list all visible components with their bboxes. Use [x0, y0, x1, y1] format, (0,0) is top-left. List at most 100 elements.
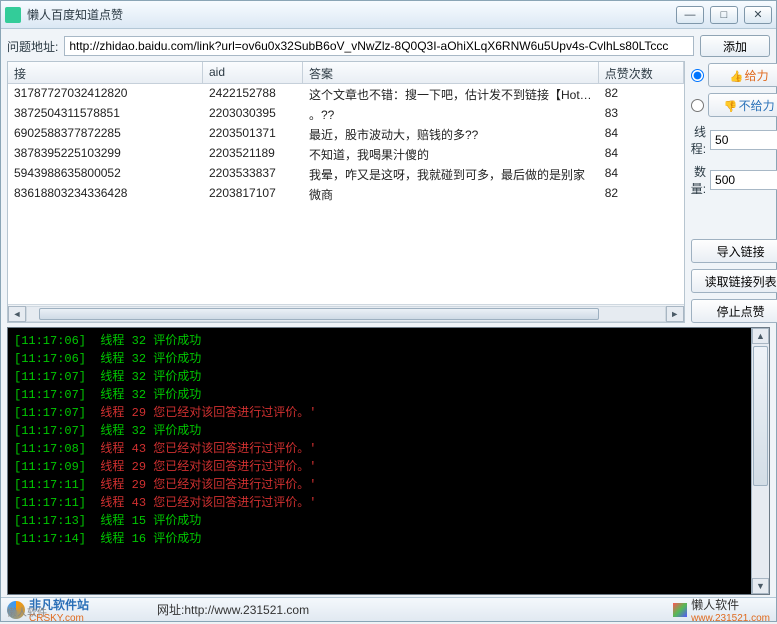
count-row: 数量:: [691, 163, 777, 197]
table-cell: 2203501371: [203, 124, 303, 144]
log-area[interactable]: [11:17:06] 线程 32 评价成功[11:17:06] 线程 32 评价…: [8, 328, 751, 594]
status-bar: 非凡软件站 CRSKY.com 网址:http://www.231521.com…: [1, 597, 776, 621]
table-row[interactable]: 6902588377872​2852203501371最近，股市波动大，赔钱的多…: [8, 124, 684, 144]
log-line: [11:17:11] 线程 43 您已经对该回答进行过评价。': [14, 494, 745, 512]
log-line: [11:17:06] 线程 32 评价成功: [14, 332, 745, 350]
table-cell: 3872504311578​851: [8, 104, 203, 124]
table-cell: 2203030395: [203, 104, 303, 124]
vote-up-radio[interactable]: [691, 69, 704, 82]
side-panel: 给力 不给力 线程: 数量:: [691, 61, 777, 323]
log-line: [11:17:08] 线程 43 您已经对该回答进行过评价。': [14, 440, 745, 458]
main-window: 懒人百度知道点赞 — □ ✕ 问题地址: 添加 接 aid 答案 点赞次数 31…: [0, 0, 777, 622]
table-cell: 82: [599, 84, 684, 104]
thread-row: 线程:: [691, 123, 777, 157]
horizontal-scrollbar[interactable]: ◄ ►: [8, 304, 684, 322]
window-title: 懒人百度知道点赞: [27, 6, 676, 23]
lanren-logo-icon: [673, 603, 687, 617]
table-row[interactable]: 8361880323433​64282203817107微商82: [8, 184, 684, 204]
minimize-button[interactable]: —: [676, 6, 704, 24]
lanren-name: 懒人软件: [691, 596, 770, 613]
stop-like-button[interactable]: 停止点赞: [691, 299, 777, 323]
content-area: 问题地址: 添加 接 aid 答案 点赞次数 3178772703241​282…: [1, 29, 776, 597]
log-line: [11:17:14] 线程 16 评价成功: [14, 530, 745, 548]
table-cell: 3878395225103​299: [8, 144, 203, 164]
table-cell: 微商: [303, 184, 599, 204]
table-cell: 不知道，我喝果汁傻的: [303, 144, 599, 164]
count-input[interactable]: [710, 170, 777, 190]
thread-input[interactable]: [710, 130, 777, 150]
table-cell: 82: [599, 184, 684, 204]
table-row[interactable]: 3178772703241​28202422152788这个文章也不错：搜一下吧…: [8, 84, 684, 104]
url-row: 问题地址: 添加: [7, 35, 770, 57]
vote-up-button[interactable]: 给力: [708, 63, 777, 87]
table-cell: 84: [599, 124, 684, 144]
vscroll-thumb[interactable]: [753, 346, 768, 486]
table-cell: 84: [599, 164, 684, 184]
col-answer[interactable]: 答案: [303, 62, 599, 83]
scroll-track[interactable]: [26, 306, 666, 322]
table-row[interactable]: 3878395225103​2992203521189不知道，我喝果汁傻的84: [8, 144, 684, 164]
maximize-button[interactable]: □: [710, 6, 738, 24]
vote-down-radio[interactable]: [691, 99, 704, 112]
url-label: 问题地址:: [7, 38, 58, 55]
table-cell: 2203533837: [203, 164, 303, 184]
spacer: [691, 203, 777, 233]
log-line: [11:17:07] 线程 32 评价成功: [14, 422, 745, 440]
table-cell: 最近，股市波动大，赔钱的多??: [303, 124, 599, 144]
window-controls: — □ ✕: [676, 6, 772, 24]
log-line: [11:17:09] 线程 29 您已经对该回答进行过评价。': [14, 458, 745, 476]
close-button[interactable]: ✕: [744, 6, 772, 24]
table-cell: 6902588377872​285: [8, 124, 203, 144]
vote-up-label: 给力: [745, 67, 769, 84]
brand-right[interactable]: 懒人软件 www.231521.com: [673, 596, 770, 624]
count-label: 数量:: [691, 163, 706, 197]
vote-down-button[interactable]: 不给力: [708, 93, 777, 117]
table-cell: 我晕，咋又是这呀，我就碰到可多，最后做的是别家: [303, 164, 599, 184]
log-line: [11:17:07] 线程 29 您已经对该回答进行过评价。': [14, 404, 745, 422]
vertical-scrollbar[interactable]: ▲ ▼: [751, 328, 769, 594]
col-likes[interactable]: 点赞次数: [599, 62, 684, 83]
table-cell: 2203521189: [203, 144, 303, 164]
log-line: [11:17:07] 线程 32 评价成功: [14, 386, 745, 404]
table-cell: 。??: [303, 104, 599, 124]
scroll-up-icon[interactable]: ▲: [752, 328, 769, 344]
results-table: 接 aid 答案 点赞次数 3178772703241​282024221527…: [7, 61, 685, 323]
scroll-right-icon[interactable]: ►: [666, 306, 684, 322]
log-panel: [11:17:06] 线程 32 评价成功[11:17:06] 线程 32 评价…: [7, 327, 770, 595]
col-link[interactable]: 接: [8, 62, 203, 83]
app-icon: [5, 7, 21, 23]
title-bar: 懒人百度知道点赞 — □ ✕: [1, 1, 776, 29]
small-brand-text: 懒人软件: [7, 604, 47, 619]
table-cell: 5943988635800​052: [8, 164, 203, 184]
import-links-button[interactable]: 导入链接: [691, 239, 777, 263]
table-cell: 2422152788: [203, 84, 303, 104]
read-links-button[interactable]: 读取链接列表: [691, 269, 777, 293]
scroll-left-icon[interactable]: ◄: [8, 306, 26, 322]
log-line: [11:17:13] 线程 15 评价成功: [14, 512, 745, 530]
vscroll-track[interactable]: [752, 344, 769, 578]
log-line: [11:17:06] 线程 32 评价成功: [14, 350, 745, 368]
thread-label: 线程:: [691, 123, 706, 157]
thumb-up-icon: [730, 69, 742, 81]
vote-down-label: 不给力: [739, 97, 775, 114]
log-line: [11:17:07] 线程 32 评价成功: [14, 368, 745, 386]
table-cell: 这个文章也不错：搜一下吧，估计发不到链接【Hot…: [303, 84, 599, 104]
table-cell: 8361880323433​6428: [8, 184, 203, 204]
col-aid[interactable]: aid: [203, 62, 303, 83]
scroll-down-icon[interactable]: ▼: [752, 578, 769, 594]
log-line: [11:17:11] 线程 29 您已经对该回答进行过评价。': [14, 476, 745, 494]
thumb-down-icon: [724, 99, 736, 111]
scroll-thumb[interactable]: [39, 308, 599, 320]
table-row[interactable]: 3872504311578​8512203030395。??83: [8, 104, 684, 124]
url-input[interactable]: [64, 36, 694, 56]
table-row[interactable]: 5943988635800​0522203533837我晕，咋又是这呀，我就碰到…: [8, 164, 684, 184]
add-button[interactable]: 添加: [700, 35, 770, 57]
vote-down-row: 不给力: [691, 93, 777, 117]
status-url: 网址:http://www.231521.com: [97, 601, 665, 618]
vote-up-row: 给力: [691, 63, 777, 87]
table-cell: 3178772703241​2820: [8, 84, 203, 104]
middle-row: 接 aid 答案 点赞次数 3178772703241​282024221527…: [7, 61, 770, 323]
table-body[interactable]: 3178772703241​28202422152788这个文章也不错：搜一下吧…: [8, 84, 684, 304]
table-cell: 2203817107: [203, 184, 303, 204]
table-cell: 84: [599, 144, 684, 164]
